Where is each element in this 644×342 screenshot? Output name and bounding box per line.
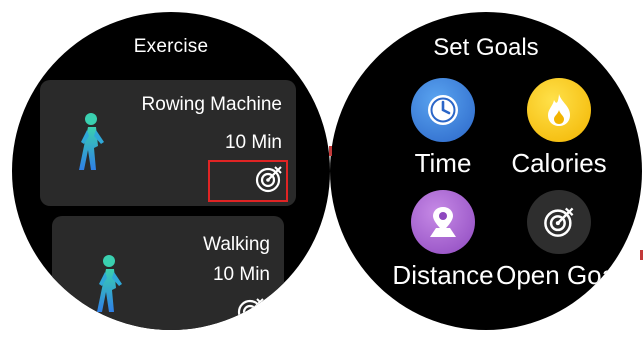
location-pin-icon xyxy=(430,207,456,237)
exercise-duration: 10 Min xyxy=(212,264,270,285)
edge-marker xyxy=(640,250,643,260)
walking-person-icon xyxy=(97,255,122,312)
set-goal-button[interactable] xyxy=(234,294,268,328)
exercise-title: Exercise xyxy=(133,36,209,57)
exercise-name: Walking xyxy=(203,234,270,255)
distance-goal-button[interactable] xyxy=(411,190,475,254)
open-goal-button[interactable] xyxy=(527,190,591,254)
set-goals-screen: Set Goals Time Calories Distance Open Go… xyxy=(330,12,642,330)
goal-option-open-goal[interactable]: Open Goal xyxy=(484,190,634,291)
exercise-duration: 10 Min xyxy=(224,132,282,153)
target-icon xyxy=(237,298,264,325)
edge-marker xyxy=(329,146,332,156)
exercise-screen: Exercise Rowing Machine 10 Min Walking 1… xyxy=(12,12,330,330)
target-icon xyxy=(544,207,574,237)
exercise-name: Rowing Machine xyxy=(141,94,282,115)
goal-label: Open Goal xyxy=(496,260,622,290)
flame-icon xyxy=(548,94,570,126)
clock-icon xyxy=(428,95,458,125)
set-goals-title: Set Goals xyxy=(433,34,539,61)
calories-goal-button[interactable] xyxy=(527,78,591,142)
goal-label: Calories xyxy=(511,148,607,178)
highlight-box xyxy=(208,160,288,202)
exercise-card-walking[interactable]: Walking 10 Min xyxy=(52,216,284,330)
walking-person-icon xyxy=(79,113,104,170)
time-goal-button[interactable] xyxy=(411,78,475,142)
goal-option-calories[interactable]: Calories xyxy=(484,78,634,179)
